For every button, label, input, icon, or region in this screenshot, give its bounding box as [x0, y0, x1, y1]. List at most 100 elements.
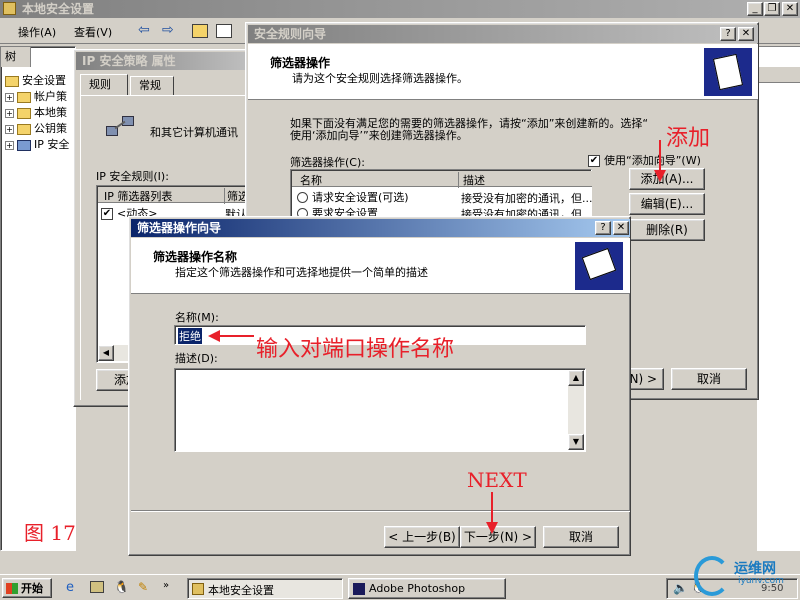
cancel-button[interactable]: 取消 — [543, 526, 619, 548]
annotation-next: NEXT — [467, 468, 527, 492]
start-button[interactable]: 开始 — [2, 578, 52, 598]
rule-wizard-header: 筛选器操作 请为这个安全规则选择筛选器操作。 — [248, 44, 758, 100]
tree-item-account-policy[interactable]: + 帐户策 — [5, 89, 67, 105]
annotation-add: 添加 — [666, 126, 711, 151]
ip-policy-titlebar: IP 安全策略 属性 — [76, 52, 252, 70]
rule-wizard-header-title: 筛选器操作 — [270, 56, 331, 70]
main-window-titlebar: 本地安全设置 — [0, 0, 800, 18]
minimize-button[interactable]: _ — [747, 2, 763, 16]
main-window-title: 本地安全设置 — [22, 2, 95, 16]
rule-wizard-close-button[interactable]: ✕ — [738, 27, 754, 41]
description-field[interactable]: ▲ ▼ — [174, 368, 586, 452]
scroll-down-icon[interactable]: ▼ — [568, 434, 584, 450]
tree-tab-label: 树 — [5, 50, 16, 63]
scroll-document-icon — [704, 48, 752, 96]
filter-wizard-window: 筛选器操作向导 ? ✕ 筛选器操作名称 指定这个筛选器操作和可选择地提供一个简单… — [128, 216, 631, 556]
close-button[interactable]: ✕ — [782, 2, 798, 16]
rule-wizard-edit-button[interactable]: 编辑(E)... — [629, 193, 705, 215]
rule-wizard-delete-button[interactable]: 删除(R) — [629, 219, 705, 241]
volume-icon[interactable]: 🔈 — [673, 581, 688, 595]
rule-wizard-help-button[interactable]: ? — [720, 27, 736, 41]
folder-icon — [17, 91, 31, 103]
back-button[interactable]: < 上一步(B) — [384, 526, 460, 548]
scroll-document-icon — [575, 242, 623, 290]
watermark-logo: 运维网 iyunv.com — [694, 556, 798, 598]
expand-icon[interactable]: + — [5, 108, 14, 118]
tree-item-local-policy[interactable]: + 本地策 — [5, 105, 67, 121]
rule-wizard-cancel-button[interactable]: 取消 — [671, 368, 747, 390]
filter-wizard-help-button[interactable]: ? — [595, 221, 611, 235]
desktop-icon[interactable] — [90, 581, 104, 593]
more-icon[interactable]: » — [163, 580, 169, 591]
radio-icon[interactable] — [297, 192, 308, 203]
scroll-left-icon[interactable]: ◀ — [98, 345, 114, 361]
back-arrow-icon[interactable]: ⇦ — [138, 22, 150, 38]
task-local-security[interactable]: 本地安全设置 — [187, 578, 343, 599]
name-label: 名称(M): — [175, 311, 219, 324]
filter-wizard-header-title: 筛选器操作名称 — [153, 250, 238, 264]
task-photoshop[interactable]: Adobe Photoshop — [348, 578, 506, 599]
tab-general[interactable]: 常规 — [130, 76, 174, 96]
annotation-next-arrow-icon — [486, 492, 498, 534]
expand-icon[interactable]: + — [5, 124, 14, 134]
main-window-icon — [3, 2, 16, 15]
show-tree-icon[interactable] — [216, 24, 232, 38]
filter-wizard-close-button[interactable]: ✕ — [613, 221, 629, 235]
tree-item-security-settings[interactable]: 安全设置 — [5, 73, 66, 89]
description-scrollbar[interactable]: ▲ ▼ — [568, 370, 584, 450]
filter-wizard-title: 筛选器操作向导 — [137, 221, 222, 235]
up-folder-icon[interactable] — [192, 24, 208, 38]
name-field-value: 拒绝 — [178, 328, 202, 344]
separator — [131, 510, 630, 512]
watermark-url: iyunv.com — [738, 576, 784, 586]
scroll-up-icon[interactable]: ▲ — [568, 370, 584, 386]
ie-icon[interactable]: e — [66, 580, 74, 595]
col-filter-list[interactable]: IP 筛选器列表 — [104, 188, 172, 204]
annotation-add-arrow-icon — [654, 140, 666, 182]
expand-icon[interactable]: + — [5, 140, 14, 150]
taskbar: 开始 e 🐧 ✎ » 本地安全设置 Adobe Photoshop 🔈 🐧 9:… — [0, 574, 800, 600]
security-settings-icon — [5, 75, 19, 87]
col-name[interactable]: 名称 — [300, 172, 322, 188]
annotation-name-arrow-icon — [208, 330, 254, 342]
tree-pane: 树 安全设置 + 帐户策 + 本地策 + 公钥策 + IP 安全 — [0, 46, 76, 551]
task-local-security-label: 本地安全设置 — [208, 584, 274, 597]
figure-label: 图 17 — [24, 521, 76, 545]
list-item[interactable]: 请求安全设置(可选) 接受没有加密的通讯，但... — [297, 189, 593, 205]
rule-wizard-header-sub: 请为这个安全规则选择筛选器操作。 — [292, 72, 468, 85]
network-icon — [17, 139, 31, 151]
list-header — [757, 67, 800, 83]
menu-view[interactable]: 查看(V) — [74, 24, 112, 40]
ip-policy-desc: 和其它计算机通讯 — [150, 126, 238, 139]
task-icon — [192, 583, 204, 595]
rules-list-header: IP 筛选器列表 筛选 — [98, 187, 252, 204]
windows-logo-icon — [6, 583, 18, 594]
tool-icon[interactable]: ✎ — [138, 580, 148, 594]
annotation-input-name: 输入对端口操作名称 — [256, 337, 455, 362]
filter-wizard-header: 筛选器操作名称 指定这个筛选器操作和可选择地提供一个简单的描述 — [131, 238, 630, 294]
use-wizard-checkbox[interactable]: ✔ 使用“添加向导”(W) — [588, 152, 701, 168]
rule-wizard-intro-2: 使用‘添加向导’”来创建筛选器操作。 — [290, 129, 468, 142]
tree-tab[interactable]: 树 — [1, 47, 31, 67]
checkbox-checked-icon[interactable]: ✔ — [588, 154, 600, 167]
forward-arrow-icon[interactable]: ⇨ — [162, 22, 174, 38]
qq-icon[interactable]: 🐧 — [114, 580, 129, 594]
expand-icon[interactable]: + — [5, 92, 14, 102]
watermark-text: 运维网 — [734, 561, 776, 577]
tree-item-public-key-policy[interactable]: + 公钥策 — [5, 121, 67, 137]
filter-wizard-titlebar: 筛选器操作向导 — [131, 219, 630, 237]
menu-action[interactable]: 操作(A) — [18, 24, 56, 40]
tree-item-ip-security[interactable]: + IP 安全 — [5, 137, 69, 153]
restore-button[interactable]: ❐ — [764, 2, 780, 16]
filter-actions-header: 名称 描述 — [292, 171, 592, 188]
start-label: 开始 — [21, 582, 43, 595]
tab-rules[interactable]: 规则 — [80, 74, 128, 96]
right-list-pane — [757, 46, 800, 551]
col-desc[interactable]: 描述 — [458, 172, 592, 188]
rule-checkbox[interactable]: ✔ — [101, 207, 113, 220]
filter-actions-label: 筛选器操作(C): — [290, 156, 365, 169]
filter-wizard-header-sub: 指定这个筛选器操作和可选择地提供一个简单的描述 — [175, 266, 428, 279]
folder-icon — [17, 123, 31, 135]
rules-label: IP 安全规则(I): — [96, 170, 169, 183]
rule-wizard-title: 安全规则向导 — [254, 27, 327, 41]
